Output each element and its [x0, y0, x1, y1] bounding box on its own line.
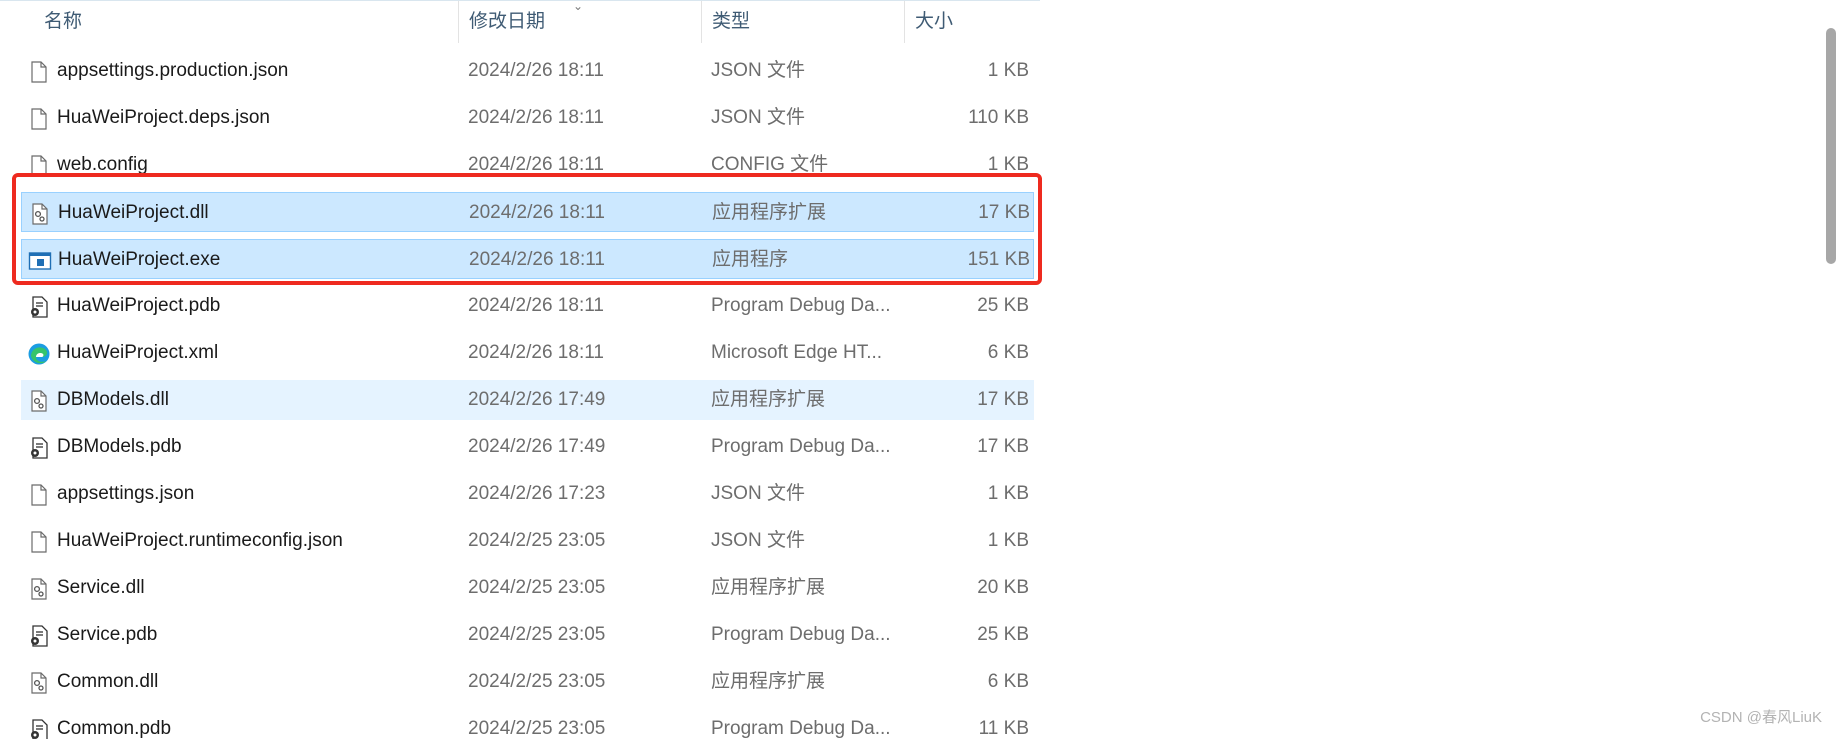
file-row[interactable]: appsettings.production.json 2024/2/26 18:…	[21, 51, 1034, 91]
file-explorer-window: 名称 修改日期 类型 大小 ⌄ appsettings.production.j…	[0, 0, 1842, 739]
file-row[interactable]: Service.dll 2024/2/25 23:05 应用程序扩展 20 KB	[21, 568, 1034, 608]
watermark-text: CSDN @春风LiuK	[1700, 709, 1822, 726]
file-size: 25 KB	[977, 295, 1029, 316]
file-type: Program Debug Da...	[711, 718, 891, 739]
file-row[interactable]: HuaWeiProject.xml 2024/2/26 18:11 Microsof…	[21, 333, 1034, 373]
pdb-file-icon	[27, 709, 53, 739]
red-highlight-annotation	[12, 173, 1042, 285]
file-name: DBModels.dll	[57, 389, 169, 410]
file-row[interactable]: HuaWeiProject.runtimeconfig.json 2024/2/2…	[21, 521, 1034, 561]
file-date-modified: 2024/2/26 18:11	[468, 295, 604, 316]
file-row[interactable]: appsettings.json 2024/2/26 17:23 JSON 文件 1 …	[21, 474, 1034, 514]
column-header-name[interactable]: 名称	[34, 1, 459, 43]
file-type: JSON 文件	[711, 107, 805, 128]
file-date-modified: 2024/2/25 23:05	[468, 671, 606, 692]
file-type: Microsoft Edge HT...	[711, 342, 883, 363]
file-size: 17 KB	[977, 436, 1029, 457]
file-date-modified: 2024/2/26 17:49	[468, 436, 606, 457]
file-type: Program Debug Da...	[711, 295, 891, 316]
file-size: 6 KB	[987, 342, 1029, 363]
file-date-modified: 2024/2/25 23:05	[468, 718, 606, 739]
file-size: 25 KB	[977, 624, 1029, 645]
generic-file-icon	[27, 51, 53, 91]
file-name: Common.dll	[57, 671, 159, 692]
generic-file-icon	[27, 521, 53, 561]
file-name: Common.pdb	[57, 718, 172, 739]
file-date-modified: 2024/2/26 18:11	[468, 107, 604, 128]
generic-file-icon	[27, 474, 53, 514]
file-row[interactable]: Common.dll 2024/2/25 23:05 应用程序扩展 6 KB	[21, 662, 1034, 702]
column-header-type[interactable]: 类型	[702, 1, 905, 43]
file-name: Service.dll	[57, 577, 145, 598]
scrollbar-thumb[interactable]	[1826, 28, 1836, 264]
file-name: appsettings.production.json	[57, 60, 289, 81]
file-date-modified: 2024/2/26 17:23	[468, 483, 606, 504]
file-size: 1 KB	[987, 60, 1029, 81]
file-size: 1 KB	[987, 530, 1029, 551]
file-type: Program Debug Da...	[711, 436, 891, 457]
file-name: HuaWeiProject.deps.json	[57, 107, 270, 128]
file-row[interactable]: HuaWeiProject.deps.json 2024/2/26 18:11 JS…	[21, 98, 1034, 138]
file-row[interactable]: HuaWeiProject.pdb 2024/2/26 18:11 Program …	[21, 286, 1034, 326]
vertical-scrollbar[interactable]	[1822, 0, 1842, 739]
file-date-modified: 2024/2/25 23:05	[468, 530, 606, 551]
file-type: 应用程序扩展	[711, 577, 826, 598]
file-name: DBModels.pdb	[57, 436, 182, 457]
file-size: 17 KB	[977, 389, 1029, 410]
file-type: JSON 文件	[711, 530, 805, 551]
file-date-modified: 2024/2/26 18:11	[468, 342, 604, 363]
dll-gear-file-icon	[27, 380, 53, 420]
dll-gear-file-icon	[27, 568, 53, 608]
file-size: 11 KB	[978, 718, 1029, 739]
file-date-modified: 2024/2/26 17:49	[468, 389, 606, 410]
dll-gear-file-icon	[27, 662, 53, 702]
pdb-file-icon	[27, 286, 53, 326]
file-row[interactable]: DBModels.dll 2024/2/26 17:49 应用程序扩展 17 KB	[21, 380, 1034, 420]
generic-file-icon	[27, 98, 53, 138]
file-name: HuaWeiProject.pdb	[57, 295, 221, 316]
file-type: 应用程序扩展	[711, 671, 826, 692]
edge-icon	[27, 333, 53, 373]
file-type: JSON 文件	[711, 60, 805, 81]
file-date-modified: 2024/2/25 23:05	[468, 624, 606, 645]
file-size: 20 KB	[977, 577, 1029, 598]
file-type: JSON 文件	[711, 483, 805, 504]
column-header-size[interactable]: 大小	[905, 1, 1040, 43]
column-header-bar: 名称 修改日期 类型 大小 ⌄	[0, 0, 1040, 43]
file-name: appsettings.json	[57, 483, 195, 504]
file-size: 1 KB	[987, 483, 1029, 504]
pdb-file-icon	[27, 615, 53, 655]
file-size: 110 KB	[968, 107, 1029, 128]
file-type: 应用程序扩展	[711, 389, 826, 410]
file-name: HuaWeiProject.runtimeconfig.json	[57, 530, 343, 551]
file-size: 6 KB	[987, 671, 1029, 692]
pdb-file-icon	[27, 427, 53, 467]
file-row[interactable]: Service.pdb 2024/2/25 23:05 Program Debug …	[21, 615, 1034, 655]
file-name: Service.pdb	[57, 624, 158, 645]
file-type: Program Debug Da...	[711, 624, 891, 645]
file-date-modified: 2024/2/25 23:05	[468, 577, 606, 598]
sort-descending-icon: ⌄	[573, 0, 584, 13]
file-name: HuaWeiProject.xml	[57, 342, 219, 363]
file-row[interactable]: DBModels.pdb 2024/2/26 17:49 Program Debug…	[21, 427, 1034, 467]
file-row[interactable]: Common.pdb 2024/2/25 23:05 Program Debug D…	[21, 709, 1034, 739]
file-date-modified: 2024/2/26 18:11	[468, 60, 604, 81]
